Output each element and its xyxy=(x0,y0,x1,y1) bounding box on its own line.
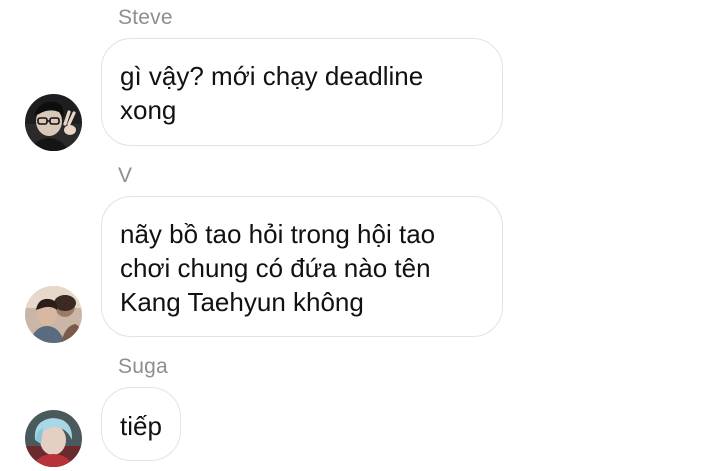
chat-thread: Steve gì vậy? mới chạy deadline xong V n… xyxy=(0,0,720,471)
message-text-line: nãy bồ tao hỏi trong hội tao xyxy=(120,219,436,249)
message-text-line: Kang Taehyun không xyxy=(120,287,364,317)
message-bubble[interactable]: tiếp xyxy=(101,387,181,461)
message-text-line: chơi chung có đứa nào tên xyxy=(120,253,431,283)
profile-photo-icon xyxy=(25,410,82,467)
message-bubble[interactable]: gì vậy? mới chạy deadline xong xyxy=(101,38,503,146)
profile-photo-icon xyxy=(25,286,82,343)
message-text-line: gì vậy? mới chạy deadline xyxy=(120,61,424,91)
sender-name: Steve xyxy=(118,6,173,29)
sender-name: V xyxy=(118,164,133,187)
message-text-line: tiếp xyxy=(120,411,162,441)
profile-photo-icon xyxy=(25,94,82,151)
avatar[interactable] xyxy=(25,94,82,151)
sender-name: Suga xyxy=(118,355,168,378)
avatar[interactable] xyxy=(25,410,82,467)
avatar[interactable] xyxy=(25,286,82,343)
message-text-line: xong xyxy=(120,95,177,125)
message-bubble[interactable]: nãy bồ tao hỏi trong hội tao chơi chung … xyxy=(101,196,503,337)
